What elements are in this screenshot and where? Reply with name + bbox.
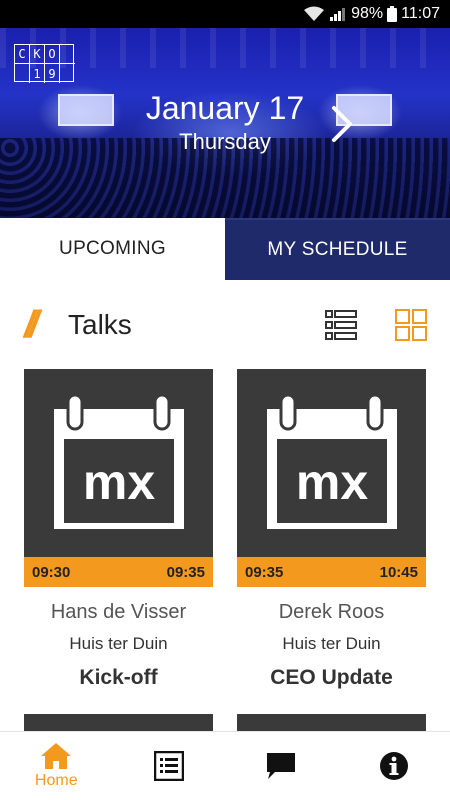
list-view-button[interactable] — [324, 308, 358, 342]
talk-room: Huis ter Duin — [69, 634, 168, 653]
talk-room: Huis ter Duin — [282, 634, 381, 653]
signal-icon — [330, 8, 346, 21]
talk-image: mx — [237, 369, 426, 557]
logo-cell — [60, 64, 75, 83]
clock: 11:07 — [401, 5, 440, 22]
hero-banner: C K O 1 9 January 17 Thursday — [0, 28, 450, 218]
talk-time-bar: 09:35 10:45 — [237, 557, 426, 587]
event-logo[interactable]: C K O 1 9 — [14, 44, 75, 83]
nav-chat[interactable] — [225, 732, 338, 800]
weekday-label: Thursday — [179, 129, 271, 154]
app-screen: 98% 11:07 C K O 1 9 January 17 Thursday — [0, 0, 450, 800]
talk-speaker: Hans de Visser — [50, 601, 187, 623]
calendar-icon: mx — [267, 393, 397, 529]
tab-upcoming[interactable]: UPCOMING — [0, 218, 225, 280]
tab-my-schedule[interactable]: MY SCHEDULE — [225, 218, 450, 280]
status-bar: 98% 11:07 — [0, 0, 450, 28]
list-icon — [153, 751, 184, 781]
talk-card[interactable]: mx 09:35 10:45 Derek Roos Huis ter Duin … — [237, 369, 426, 690]
battery-icon — [387, 6, 398, 22]
logo-cell: 1 — [30, 64, 45, 83]
talk-title: CEO Update — [270, 666, 393, 689]
next-day-chevron-icon[interactable] — [328, 104, 356, 144]
wifi-icon — [304, 6, 325, 21]
bottom-navigation: Home — [0, 731, 450, 800]
date-display: January 17 Thursday — [0, 88, 450, 156]
double-slash-icon: // — [24, 303, 39, 346]
calendar-icon: mx — [54, 393, 184, 529]
logo-cell: O — [45, 45, 60, 64]
date-label: January 17 — [145, 90, 305, 126]
schedule-tabs: UPCOMING MY SCHEDULE — [0, 218, 450, 280]
grid-view-button[interactable] — [394, 308, 428, 342]
battery-percent: 98% — [351, 5, 384, 22]
nav-info[interactable] — [338, 732, 450, 800]
chat-icon — [267, 753, 296, 779]
logo-cell — [15, 64, 30, 83]
logo-cell: 9 — [45, 64, 60, 83]
logo-cell: K — [30, 45, 45, 64]
talk-end-time: 10:45 — [379, 563, 418, 581]
nav-schedule-list[interactable] — [113, 732, 226, 800]
grid-view-icon — [395, 309, 427, 341]
nav-home-label: Home — [34, 772, 78, 789]
talk-image: mx — [24, 369, 213, 557]
logo-cell — [60, 45, 75, 64]
talk-end-time: 09:35 — [166, 563, 205, 581]
info-icon — [379, 752, 408, 780]
section-title: Talks — [68, 309, 132, 340]
talk-speaker: Derek Roos — [278, 601, 385, 623]
talk-card[interactable]: mx 09:30 09:35 Hans de Visser Huis ter D… — [24, 369, 213, 690]
talk-title: Kick-off — [79, 666, 158, 689]
logo-cell: C — [15, 45, 30, 64]
list-view-icon — [325, 310, 357, 340]
section-header: // Talks — [24, 300, 428, 350]
talk-start-time: 09:30 — [32, 563, 71, 581]
talk-start-time: 09:35 — [245, 563, 284, 581]
talk-time-bar: 09:30 09:35 — [24, 557, 213, 587]
talk-logo-text: mx — [296, 454, 368, 510]
home-icon — [41, 743, 72, 769]
nav-home[interactable]: Home — [0, 732, 113, 800]
talk-logo-text: mx — [83, 454, 155, 510]
tab-my-schedule-label: MY SCHEDULE — [267, 239, 408, 260]
tab-upcoming-label: UPCOMING — [59, 238, 166, 259]
